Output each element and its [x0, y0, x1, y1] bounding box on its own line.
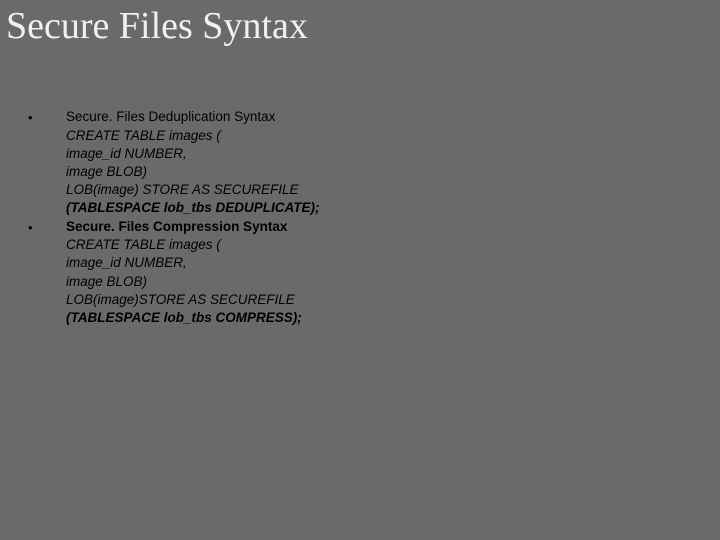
- line-text: (TABLESPACE lob_tbs DEDUPLICATE);: [66, 199, 320, 217]
- body-line: LOB(image)STORE AS SECUREFILE: [28, 291, 700, 309]
- bullet-icon: [28, 145, 66, 146]
- body-line: (TABLESPACE lob_tbs COMPRESS);: [28, 309, 700, 327]
- line-text: image_id NUMBER,: [66, 254, 187, 272]
- body-line: image_id NUMBER,: [28, 145, 700, 163]
- line-text: LOB(image)STORE AS SECUREFILE: [66, 291, 295, 309]
- slide-title: Secure Files Syntax: [6, 4, 308, 48]
- bullet-icon: [28, 163, 66, 164]
- line-text: Secure. Files Deduplication Syntax: [66, 108, 275, 126]
- line-text: (TABLESPACE lob_tbs COMPRESS);: [66, 309, 302, 327]
- bullet-icon: [28, 254, 66, 255]
- body-line: LOB(image) STORE AS SECUREFILE: [28, 181, 700, 199]
- body-line: image BLOB): [28, 163, 700, 181]
- bullet-icon: [28, 291, 66, 292]
- body-line: •Secure. Files Deduplication Syntax: [28, 108, 700, 127]
- body-line: image BLOB): [28, 273, 700, 291]
- bullet-icon: •: [28, 108, 66, 127]
- bullet-icon: •: [28, 218, 66, 237]
- bullet-icon: [28, 236, 66, 237]
- line-text: LOB(image) STORE AS SECUREFILE: [66, 181, 299, 199]
- bullet-icon: [28, 199, 66, 200]
- line-text: CREATE TABLE images (: [66, 127, 221, 145]
- slide: Secure Files Syntax •Secure. Files Dedup…: [0, 0, 720, 540]
- line-text: image BLOB): [66, 163, 147, 181]
- body-line: (TABLESPACE lob_tbs DEDUPLICATE);: [28, 199, 700, 217]
- bullet-icon: [28, 127, 66, 128]
- body-line: CREATE TABLE images (: [28, 127, 700, 145]
- body-line: CREATE TABLE images (: [28, 236, 700, 254]
- line-text: image BLOB): [66, 273, 147, 291]
- bullet-icon: [28, 309, 66, 310]
- body-line: •Secure. Files Compression Syntax: [28, 218, 700, 237]
- bullet-icon: [28, 181, 66, 182]
- line-text: Secure. Files Compression Syntax: [66, 218, 287, 236]
- line-text: CREATE TABLE images (: [66, 236, 221, 254]
- body-line: image_id NUMBER,: [28, 254, 700, 272]
- bullet-icon: [28, 273, 66, 274]
- line-text: image_id NUMBER,: [66, 145, 187, 163]
- slide-body: •Secure. Files Deduplication SyntaxCREAT…: [28, 108, 700, 327]
